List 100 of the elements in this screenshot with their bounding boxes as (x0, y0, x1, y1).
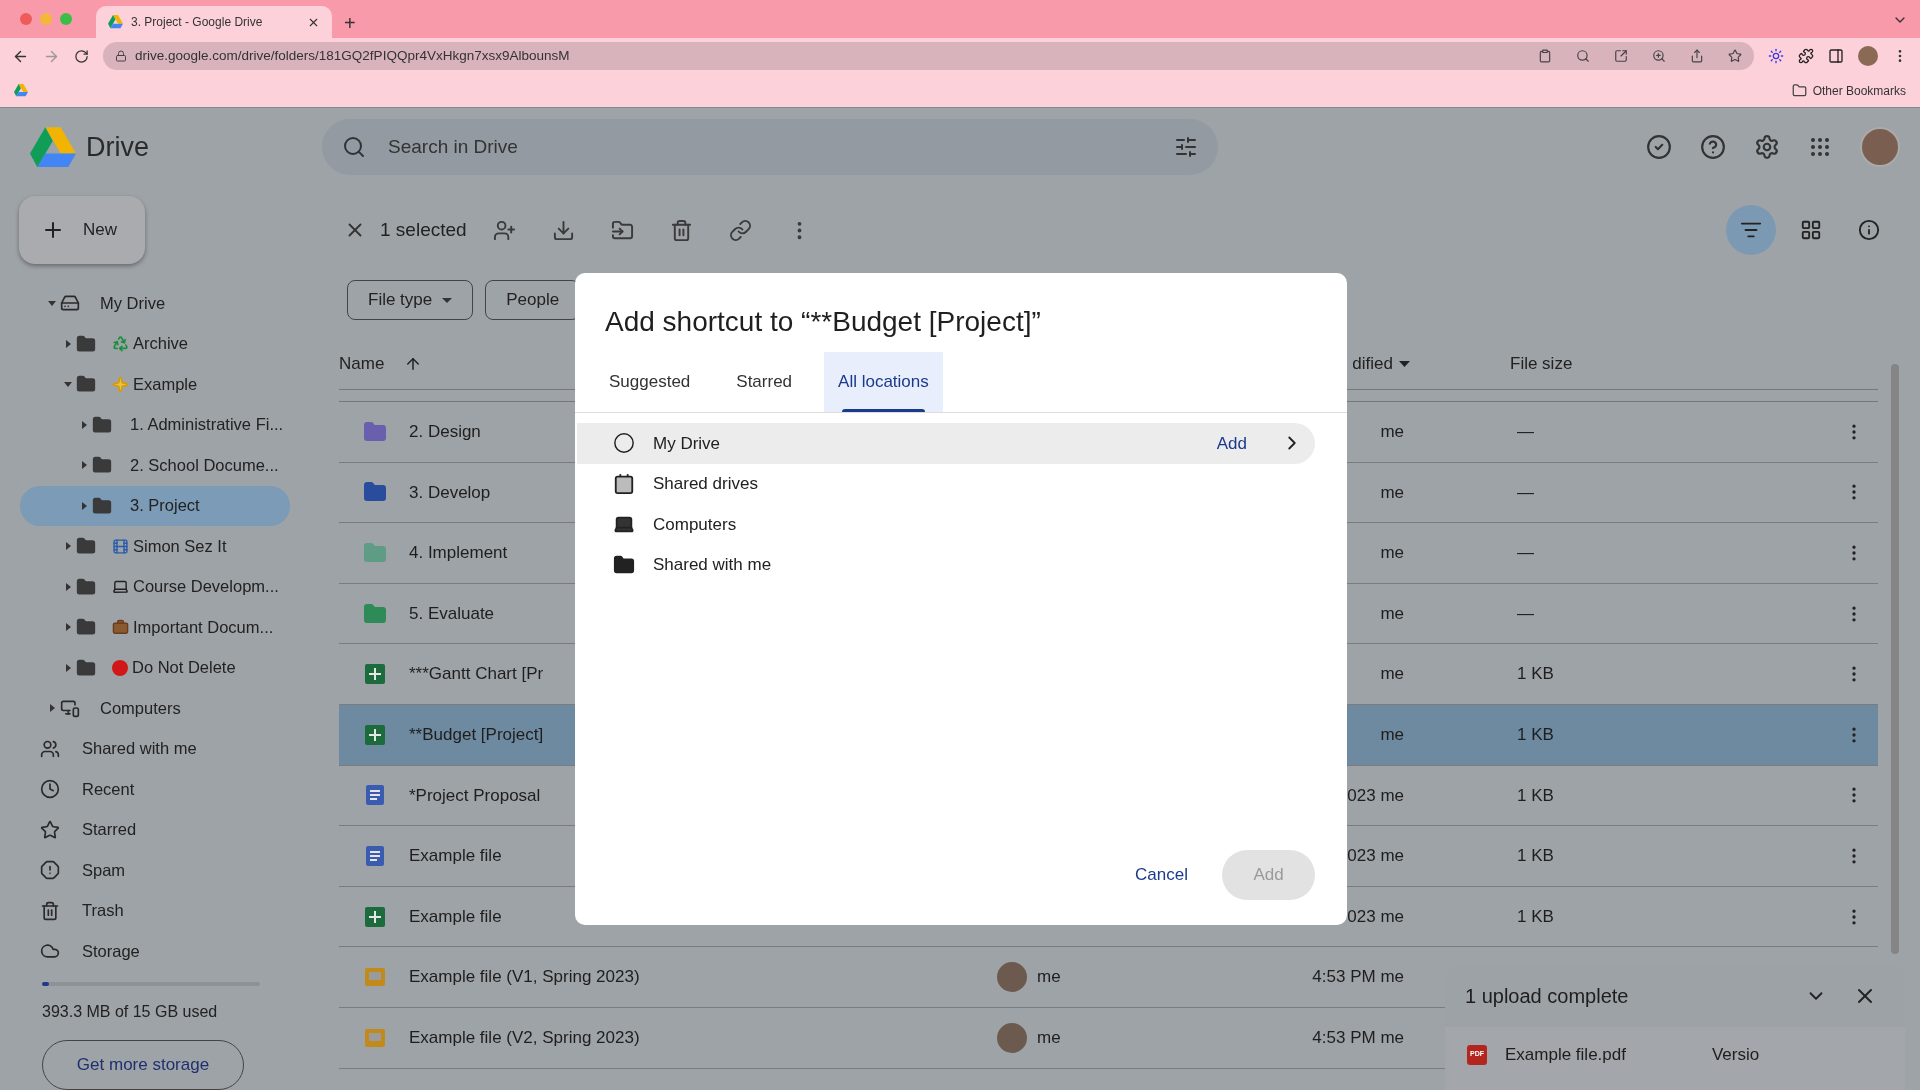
tree-item[interactable]: Computers (20, 688, 290, 729)
cancel-button[interactable]: Cancel (1125, 851, 1198, 899)
location-item[interactable]: Shared with me (577, 544, 1315, 585)
document-icon (366, 845, 384, 866)
sparkle-icon (112, 375, 129, 393)
caret-right-icon[interactable] (64, 582, 72, 591)
tree-item[interactable]: My Drive (20, 283, 290, 324)
puzzle-icon[interactable] (1798, 48, 1814, 64)
nav-item[interactable]: Storage (20, 931, 290, 972)
help-icon[interactable] (1700, 134, 1726, 160)
column-header[interactable]: File size (1510, 350, 1573, 377)
search-icon[interactable] (1576, 49, 1590, 63)
file-name: Example file (409, 845, 502, 868)
profile-avatar[interactable] (1858, 46, 1878, 66)
search-input[interactable]: Search in Drive (388, 132, 1152, 162)
share-person-icon[interactable] (492, 218, 516, 242)
bookmark-star-icon[interactable] (1728, 49, 1742, 63)
owner-avatar (997, 962, 1027, 993)
folder-icon (76, 374, 96, 395)
tab-title: 3. Project - Google Drive (131, 14, 264, 31)
tree-item[interactable]: Simon Sez It (20, 526, 290, 567)
tree-item[interactable]: 2. School Docume... (20, 445, 290, 486)
column-header[interactable]: Name (339, 350, 385, 377)
browser-tab[interactable]: 3. Project - Google Drive (96, 6, 332, 38)
link-icon[interactable] (728, 218, 752, 242)
move-folder-icon[interactable] (610, 218, 634, 242)
side-panel-icon[interactable] (1828, 48, 1844, 64)
scrollbar[interactable] (1891, 364, 1899, 954)
location-label: Shared drives (653, 473, 758, 495)
drive-logo-icon (14, 84, 28, 97)
owner-avatar (997, 1022, 1027, 1053)
download-icon[interactable] (551, 218, 575, 242)
caret-right-icon[interactable] (64, 339, 72, 348)
location-item[interactable]: Computers (577, 504, 1315, 545)
presentation-icon (365, 968, 385, 987)
nav-item[interactable]: Spam (20, 850, 290, 891)
modified-text: 023 me (1347, 905, 1404, 928)
clipboard-icon[interactable] (1538, 49, 1552, 63)
reload-icon[interactable] (74, 48, 89, 64)
file-size: 1 KB (1517, 663, 1555, 686)
computers-icon (60, 698, 80, 719)
presentation-icon (365, 1028, 385, 1047)
tree-item[interactable]: Important Docum... (20, 607, 290, 648)
nav-item[interactable]: Recent (20, 769, 290, 810)
radio-circle-icon[interactable] (613, 432, 635, 455)
tree-item[interactable]: Archive (20, 323, 290, 364)
drive-logo-icon (30, 126, 76, 168)
file-size: 1 KB (1517, 784, 1555, 807)
tree-label: Do Not Delete (132, 657, 236, 679)
location-label: Shared with me (653, 554, 772, 576)
search-bar[interactable]: Search in Drive (322, 119, 1218, 175)
tree-item[interactable]: Course Developm... (20, 566, 290, 607)
caret-right-icon[interactable] (64, 542, 72, 551)
dialog-tab[interactable]: All locations (824, 352, 943, 412)
caret-right-icon[interactable] (80, 501, 88, 510)
tree-item[interactable]: Do Not Delete (20, 647, 290, 688)
selection-count: 1 selected (380, 217, 467, 242)
location-item[interactable]: My Drive Add (577, 423, 1315, 464)
tree-label: Computers (100, 697, 181, 719)
extension-icon[interactable] (1768, 48, 1784, 64)
location-label: My Drive (653, 432, 721, 455)
caret-right-icon[interactable] (64, 623, 72, 632)
settings-icon[interactable] (1754, 134, 1780, 160)
nav-item[interactable]: Shared with me (20, 728, 290, 769)
zoom-in-icon[interactable] (1652, 49, 1666, 63)
column-header[interactable]: dified (1352, 350, 1393, 377)
shared-folder-icon (613, 553, 635, 576)
get-more-storage-button[interactable]: Get more storage (42, 1039, 244, 1090)
add-link[interactable]: Add (1216, 430, 1247, 456)
caret-right-icon[interactable] (80, 461, 88, 470)
new-button[interactable]: New (19, 196, 145, 264)
nav-item[interactable]: Starred (20, 809, 290, 850)
tree-item[interactable]: 3. Project (20, 485, 290, 526)
info-icon[interactable] (1858, 219, 1880, 241)
caret-down-icon[interactable] (48, 299, 56, 308)
modified-text: me (1380, 421, 1404, 444)
new-tab-button[interactable]: + (344, 13, 356, 33)
star-icon (40, 819, 60, 840)
search-options-icon[interactable] (1174, 135, 1198, 159)
location-item[interactable]: Shared drives (577, 463, 1315, 504)
caret-right-icon[interactable] (80, 420, 88, 429)
external-link-icon[interactable] (1614, 49, 1628, 63)
tree-item[interactable]: Example (20, 364, 290, 405)
modified-text: me (1380, 481, 1404, 504)
share-icon[interactable] (1690, 49, 1704, 63)
trash-icon[interactable] (669, 218, 693, 242)
caret-down-icon[interactable] (64, 380, 72, 389)
bookmark-folder[interactable]: Other Bookmarks (1791, 81, 1906, 100)
check-circle-icon[interactable] (1646, 134, 1672, 160)
user-avatar[interactable] (1860, 127, 1900, 167)
tree-item[interactable]: 1. Administrative Fi... (20, 404, 290, 445)
grid-view-icon[interactable] (1800, 219, 1822, 241)
filter-chip[interactable]: File type (347, 280, 474, 320)
tree-label: Course Developm... (133, 576, 279, 598)
caret-right-icon[interactable] (48, 704, 56, 713)
apps-grid-icon[interactable] (1808, 135, 1832, 159)
caret-right-icon[interactable] (64, 663, 72, 672)
filter-view-button[interactable] (1726, 205, 1776, 255)
address-bar[interactable]: drive.google.com/drive/folders/181GQ2fPIQQpr4VxHkgn7xsx9AlbounsM (103, 42, 1754, 70)
nav-item[interactable]: Trash (20, 890, 290, 931)
